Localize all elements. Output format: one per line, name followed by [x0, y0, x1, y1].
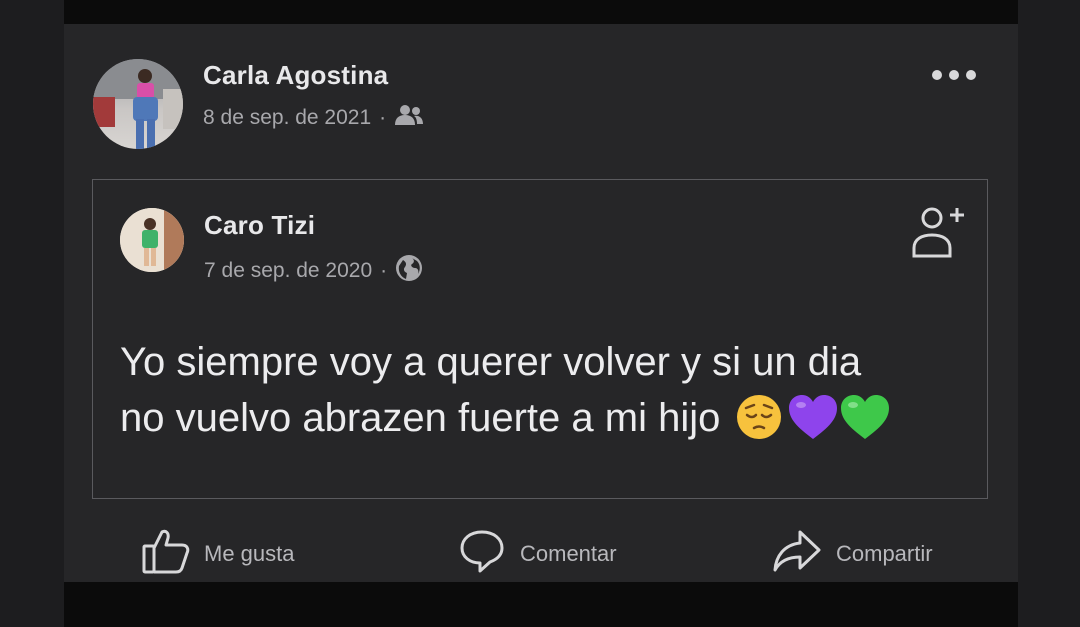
more-options-icon[interactable] [932, 64, 976, 86]
like-button[interactable]: Me gusta [142, 526, 295, 582]
action-bar: Me gusta Comentar Compartir [64, 526, 1018, 582]
post-date[interactable]: 8 de sep. de 2021 [203, 106, 371, 130]
post-text-line-2-text: no vuelvo abrazen fuerte a mi hijo [120, 396, 721, 440]
friends-icon [394, 104, 424, 132]
like-label: Me gusta [204, 541, 295, 566]
comment-label: Comentar [520, 541, 617, 566]
add-friend-icon[interactable] [910, 202, 968, 260]
comment-button[interactable]: Comentar [458, 526, 617, 582]
post-text-line-1: Yo siempre voy a querer volver y si un d… [120, 340, 862, 384]
globe-icon [395, 254, 423, 288]
right-margin [1018, 0, 1080, 627]
share-arrow-icon [772, 528, 822, 580]
separator-dot: · [379, 106, 387, 129]
left-margin [0, 0, 64, 627]
shared-post-meta: 7 de sep. de 2020 · [204, 254, 423, 288]
shared-post-text: Yo siempre voy a querer volver y si un d… [120, 334, 960, 446]
post-card: Carla Agostina 8 de sep. de 2021 · Caro … [64, 24, 1018, 582]
separator-dot: · [380, 259, 388, 282]
shared-author-name[interactable]: Caro Tizi [204, 210, 315, 241]
share-label: Compartir [836, 541, 933, 566]
shared-author-avatar[interactable] [120, 208, 184, 272]
top-black-bar [64, 0, 1018, 24]
author-name[interactable]: Carla Agostina [203, 60, 388, 91]
comment-icon [458, 528, 506, 580]
thumbs-up-icon [142, 528, 190, 580]
bottom-black-bar [64, 582, 1018, 627]
author-avatar[interactable] [93, 59, 183, 149]
green-heart-emoji [839, 393, 890, 441]
post-meta: 8 de sep. de 2021 · [203, 104, 424, 132]
purple-heart-emoji [787, 393, 838, 441]
shared-post-date[interactable]: 7 de sep. de 2020 [204, 259, 372, 283]
pensive-face-emoji [735, 393, 783, 441]
share-button[interactable]: Compartir [772, 526, 933, 582]
post-text-line-2: no vuelvo abrazen fuerte a mi hijo [120, 390, 960, 446]
